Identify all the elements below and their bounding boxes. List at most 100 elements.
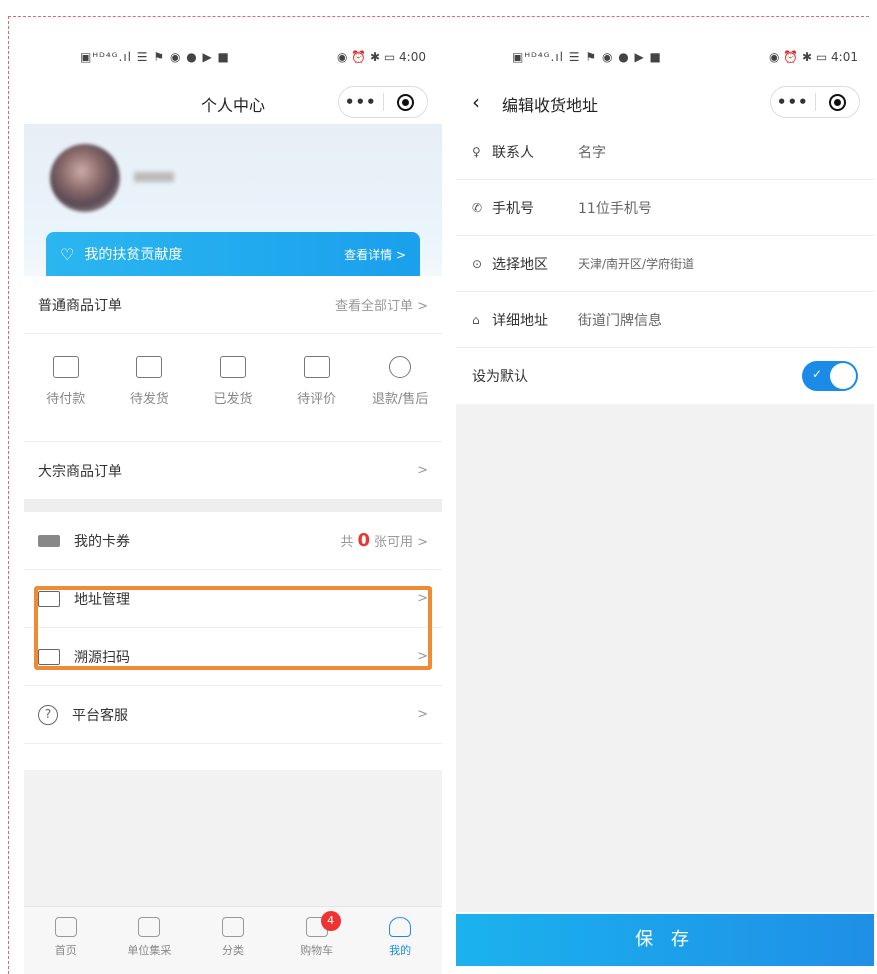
order-pending-shipment[interactable]: 待发货 bbox=[108, 334, 192, 441]
order-status-label: 已发货 bbox=[213, 392, 253, 407]
contact-field[interactable]: ♀ 联系人 名字 bbox=[456, 124, 874, 180]
contact-label: 联系人 bbox=[492, 144, 534, 161]
heart-icon: ♡ bbox=[60, 244, 75, 264]
order-shipped[interactable]: 已发货 bbox=[191, 334, 275, 441]
chevron-right-icon: > bbox=[417, 707, 428, 722]
mini-program-capsule: ••• bbox=[338, 86, 428, 118]
help-icon: ? bbox=[38, 704, 58, 725]
tab-label: 购物车 bbox=[300, 944, 334, 957]
coupons-suffix: 张可用 > bbox=[373, 535, 428, 550]
region-value[interactable]: 天津/南开区/学府街道 bbox=[578, 255, 694, 272]
coupons-row[interactable]: 我的卡券 共 0 张可用 > bbox=[24, 512, 442, 570]
order-refund[interactable]: 退款/售后 bbox=[358, 334, 442, 441]
box-icon bbox=[136, 356, 163, 378]
order-pending-review[interactable]: 待评价 bbox=[275, 334, 359, 441]
order-pending-payment[interactable]: 待付款 bbox=[24, 334, 108, 441]
phone-input[interactable]: 11位手机号 bbox=[578, 198, 652, 218]
orders-title: 普通商品订单 bbox=[38, 297, 122, 314]
dashed-border-top bbox=[8, 16, 869, 17]
check-icon: ✓ bbox=[812, 367, 823, 381]
avatar[interactable] bbox=[50, 144, 120, 212]
region-field[interactable]: ⊙ 选择地区 天津/南开区/学府街道 bbox=[456, 236, 874, 292]
coupons-prefix: 共 bbox=[340, 535, 354, 550]
back-icon[interactable]: ‹ bbox=[472, 90, 480, 114]
status-bar: ▣ᴴᴰ⁴ᴳ.ıl ☰ ⚑ ◉ ● ▶ ■ ◉ ⏰ ✱ ▭ 4:01 bbox=[456, 36, 874, 80]
tab-category[interactable]: 分类 bbox=[191, 907, 275, 974]
orders-header[interactable]: 普通商品订单 查看全部订单 > bbox=[24, 276, 442, 334]
user-icon bbox=[389, 917, 412, 937]
nav-bar: 个人中心 ••• bbox=[24, 80, 442, 124]
refund-icon bbox=[389, 356, 412, 378]
bulk-orders-row[interactable]: 大宗商品订单 > bbox=[24, 442, 442, 500]
grid-icon bbox=[221, 917, 244, 937]
order-status-label: 待付款 bbox=[46, 392, 86, 407]
status-left-icons: ▣ᴴᴰ⁴ᴳ.ıl ☰ ⚑ ◉ ● ▶ ■ bbox=[80, 50, 230, 64]
default-label: 设为默认 bbox=[472, 369, 528, 385]
more-icon[interactable]: ••• bbox=[339, 93, 383, 111]
order-status-label: 退款/售后 bbox=[371, 392, 429, 407]
region-label: 选择地区 bbox=[492, 256, 548, 273]
house-icon: ⌂ bbox=[472, 312, 480, 327]
order-status-label: 待发货 bbox=[129, 392, 169, 407]
home-icon bbox=[54, 917, 77, 937]
personal-center-screen: ▣ᴴᴰ⁴ᴳ.ıl ☰ ⚑ ◉ ● ▶ ■ ◉ ⏰ ✱ ▭ 4:00 个人中心 •… bbox=[24, 36, 442, 974]
order-status-bar: 待付款 待发货 已发货 待评价 退款/售后 bbox=[24, 334, 442, 442]
wallet-icon bbox=[52, 356, 79, 378]
detail-address-label: 详细地址 bbox=[492, 312, 548, 329]
username-blurred bbox=[134, 172, 174, 182]
customer-service-row[interactable]: ? 平台客服 > bbox=[24, 686, 442, 744]
tab-home[interactable]: 首页 bbox=[24, 907, 108, 974]
nav-bar: ‹ 编辑收货地址 ••• bbox=[456, 80, 874, 124]
tab-mine[interactable]: 我的 bbox=[358, 907, 442, 974]
phone-icon: ✆ bbox=[472, 200, 483, 215]
customer-service-label: 平台客服 bbox=[72, 707, 128, 724]
card-icon bbox=[38, 534, 60, 547]
more-icon[interactable]: ••• bbox=[771, 93, 815, 111]
dashed-border-left bbox=[8, 16, 9, 974]
contribution-label: 我的扶贫贡献度 bbox=[84, 247, 183, 263]
tab-label: 我的 bbox=[389, 944, 412, 957]
bulk-orders-label: 大宗商品订单 bbox=[38, 463, 122, 480]
view-all-orders-link[interactable]: 查看全部订单 > bbox=[335, 295, 428, 314]
toggle-knob bbox=[830, 363, 856, 389]
location-icon: ⊙ bbox=[472, 256, 483, 271]
tab-cart[interactable]: 4 购物车 bbox=[275, 907, 359, 974]
coupons-number: 0 bbox=[357, 530, 370, 551]
tab-label: 首页 bbox=[54, 944, 77, 957]
comment-icon bbox=[303, 356, 330, 378]
close-mini-program-button[interactable] bbox=[815, 93, 859, 111]
person-icon: ♀ bbox=[472, 144, 481, 159]
order-status-label: 待评价 bbox=[297, 392, 337, 407]
store-icon bbox=[138, 917, 161, 937]
empty-area bbox=[456, 404, 874, 912]
phone-label: 手机号 bbox=[492, 200, 534, 217]
profile-header: ♡ 我的扶贫贡献度 查看详情 > bbox=[24, 124, 442, 276]
contribution-banner[interactable]: ♡ 我的扶贫贡献度 查看详情 > bbox=[46, 232, 420, 276]
target-icon bbox=[828, 93, 846, 111]
default-row: 设为默认 ✓ bbox=[456, 348, 874, 404]
phone-field[interactable]: ✆ 手机号 11位手机号 bbox=[456, 180, 874, 236]
save-button[interactable]: 保 存 bbox=[456, 914, 874, 966]
chevron-right-icon: > bbox=[417, 463, 428, 478]
truck-icon bbox=[219, 356, 246, 378]
status-right: ◉ ⏰ ✱ ▭ 4:01 bbox=[768, 50, 858, 64]
empty-area bbox=[24, 770, 442, 906]
default-toggle[interactable]: ✓ bbox=[802, 361, 858, 391]
tab-bulk-purchase[interactable]: 单位集采 bbox=[108, 907, 192, 974]
close-mini-program-button[interactable] bbox=[383, 93, 427, 111]
status-bar: ▣ᴴᴰ⁴ᴳ.ıl ☰ ⚑ ◉ ● ▶ ■ ◉ ⏰ ✱ ▭ 4:00 bbox=[24, 36, 442, 80]
coupons-count: 共 0 张可用 > bbox=[340, 530, 428, 551]
detail-address-field[interactable]: ⌂ 详细地址 街道门牌信息 bbox=[456, 292, 874, 348]
canvas: ▣ᴴᴰ⁴ᴳ.ıl ☰ ⚑ ◉ ● ▶ ■ ◉ ⏰ ✱ ▭ 4:00 个人中心 •… bbox=[0, 0, 877, 974]
section-divider bbox=[24, 500, 442, 512]
edit-address-screen: ▣ᴴᴰ⁴ᴳ.ıl ☰ ⚑ ◉ ● ▶ ■ ◉ ⏰ ✱ ▭ 4:01 ‹ 编辑收货… bbox=[456, 36, 874, 974]
coupons-label: 我的卡券 bbox=[74, 533, 130, 550]
cart-badge: 4 bbox=[320, 911, 341, 931]
detail-address-input[interactable]: 街道门牌信息 bbox=[578, 310, 662, 330]
tab-bar: 首页 单位集采 分类 4 购物车 我的 bbox=[24, 906, 442, 974]
mini-program-capsule: ••• bbox=[770, 86, 860, 118]
status-right: ◉ ⏰ ✱ ▭ 4:00 bbox=[336, 50, 426, 64]
target-icon bbox=[396, 93, 414, 111]
contribution-detail-link[interactable]: 查看详情 > bbox=[344, 246, 406, 263]
contact-input[interactable]: 名字 bbox=[578, 142, 606, 162]
